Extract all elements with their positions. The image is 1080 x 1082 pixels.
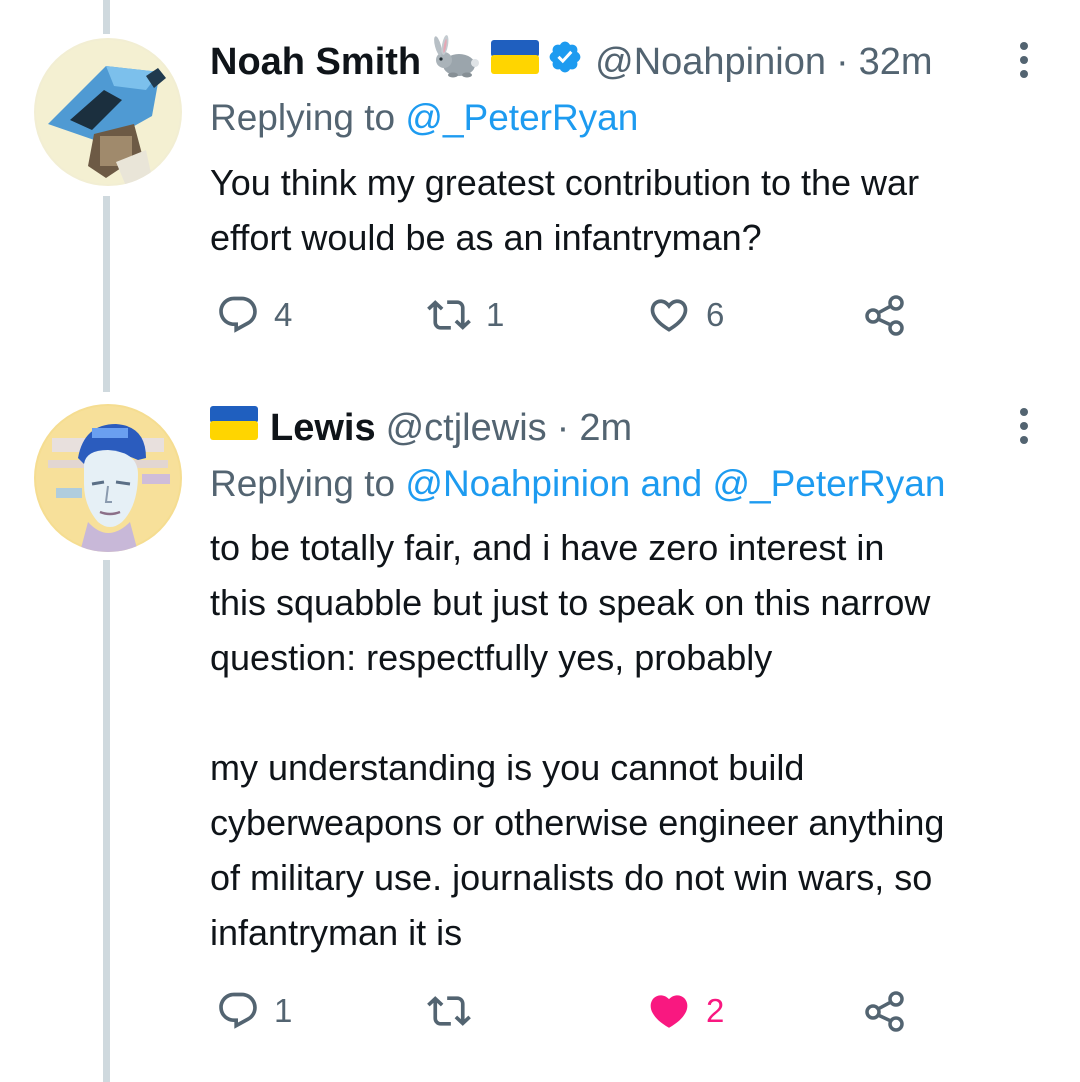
- thread-line-top: [103, 0, 110, 34]
- timestamp[interactable]: 2m: [579, 407, 632, 450]
- avatar-noah-smith[interactable]: [34, 38, 182, 186]
- like-button[interactable]: 6: [646, 293, 724, 337]
- replying-to-label: Replying to: [210, 463, 396, 504]
- reply-icon: [219, 296, 257, 333]
- like-count: 6: [706, 296, 725, 333]
- share-icon: [865, 991, 904, 1032]
- like-count: 2: [706, 992, 725, 1029]
- thread-line-middle: [103, 196, 110, 392]
- share-button[interactable]: [862, 989, 908, 1033]
- display-name[interactable]: Lewis: [270, 407, 376, 450]
- replying-joiner: and: [640, 463, 703, 504]
- more-options-icon[interactable]: [1008, 40, 1040, 80]
- retweet-count: 1: [486, 296, 505, 333]
- retweet-icon: [427, 996, 471, 1026]
- like-button[interactable]: 2: [646, 989, 724, 1033]
- handle[interactable]: @Noahpinion: [595, 41, 826, 84]
- avatar-lewis[interactable]: [34, 404, 182, 552]
- tweet-header: Noah Smith @Noahpinion · 32m: [210, 35, 933, 89]
- mention-link[interactable]: @Noahpinion: [405, 463, 630, 504]
- retweet-button[interactable]: 1: [426, 293, 504, 337]
- ukraine-flag-emoji-icon: [491, 40, 540, 84]
- tweet-header: Lewis @ctjlewis · 2m: [210, 403, 632, 453]
- reply-count: 4: [274, 296, 293, 333]
- more-options-icon[interactable]: [1008, 406, 1040, 446]
- timestamp[interactable]: 32m: [859, 41, 933, 84]
- ukraine-flag-emoji-icon: [210, 406, 258, 450]
- reply-icon: [219, 992, 257, 1029]
- share-button[interactable]: [862, 293, 908, 337]
- replying-to: Replying to @Noahpinion and @_PeterRyan: [210, 463, 945, 505]
- reply-button[interactable]: 1: [216, 989, 292, 1033]
- verified-badge-icon: [547, 39, 583, 85]
- share-icon: [865, 295, 904, 336]
- reply-count: 1: [274, 992, 293, 1029]
- rabbit-emoji-icon: [429, 35, 483, 89]
- mention-link[interactable]: @_PeterRyan: [712, 463, 945, 504]
- heart-filled-icon: [650, 995, 688, 1028]
- heart-icon: [650, 299, 688, 332]
- retweet-button[interactable]: [426, 989, 486, 1033]
- tweet-text: to be totally fair, and i have zero inte…: [210, 527, 945, 953]
- display-name[interactable]: Noah Smith: [210, 41, 421, 84]
- separator-dot: ·: [556, 406, 570, 449]
- handle[interactable]: @ctjlewis: [386, 407, 547, 450]
- replying-to: Replying to @_PeterRyan: [210, 97, 638, 139]
- mention-link[interactable]: @_PeterRyan: [405, 97, 638, 138]
- reply-button[interactable]: 4: [216, 293, 292, 337]
- thread-line-bottom: [103, 560, 110, 1082]
- replying-to-label: Replying to: [210, 97, 396, 138]
- tweet-text: You think my greatest contribution to th…: [210, 162, 920, 258]
- separator-dot: ·: [835, 40, 849, 83]
- retweet-icon: [427, 300, 471, 330]
